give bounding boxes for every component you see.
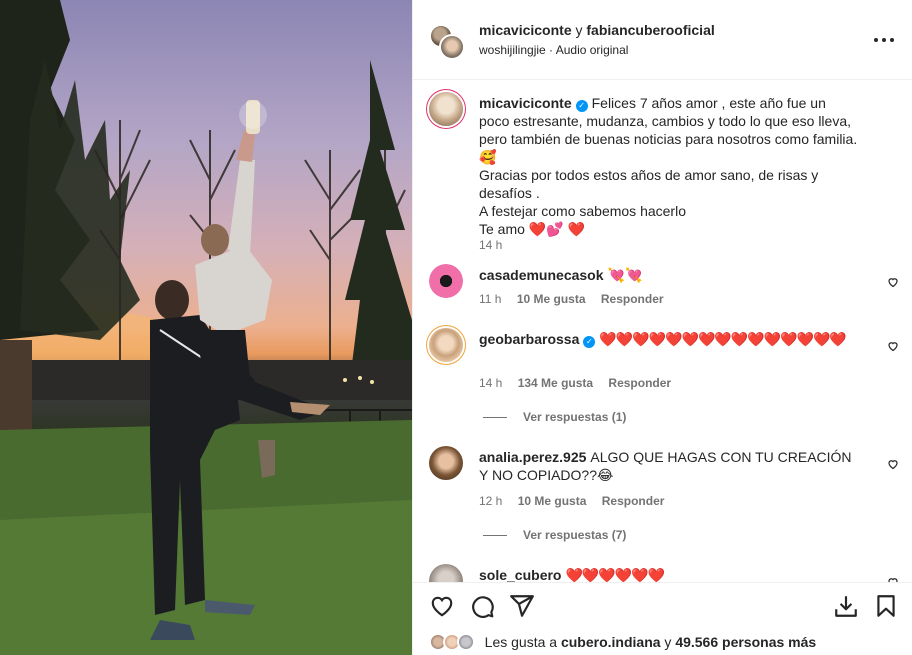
- comment-body: ❤️❤️❤️❤️❤️❤️❤️❤️❤️❤️❤️❤️❤️❤️❤️: [599, 331, 846, 347]
- heart-icon[interactable]: [429, 593, 455, 619]
- audio-separator: ·: [549, 43, 554, 57]
- likes-prefix: Les gusta a: [484, 634, 558, 651]
- avatar[interactable]: [429, 446, 463, 480]
- audio-label-link[interactable]: Audio original: [556, 43, 629, 57]
- caption-user-link[interactable]: micaviciconte: [479, 95, 572, 111]
- comment-user-link[interactable]: geobarbarossa: [479, 331, 579, 347]
- caption-line-2: Gracias por todos estos años de amor san…: [479, 167, 819, 201]
- comment-body: ❤️❤️❤️❤️❤️❤️: [565, 567, 665, 582]
- comments-list[interactable]: micaviciconte ✓ Felices 7 años amor , este…: [413, 80, 912, 582]
- reply-button[interactable]: Responder: [601, 292, 664, 306]
- comment-text: casademunecasok 💘💘: [479, 266, 859, 284]
- caption-meta: 14 h: [479, 238, 514, 252]
- view-replies-label: Ver respuestas (7): [523, 528, 627, 542]
- post-actions: Les gusta a cubero.indiana y 49.566 pers…: [413, 582, 912, 655]
- comment-text: geobarbarossa ✓ ❤️❤️❤️❤️❤️❤️❤️❤️❤️❤️❤️❤️❤️…: [479, 330, 859, 348]
- comment-text: sole_cubero ❤️❤️❤️❤️❤️❤️: [479, 566, 859, 582]
- author-avatars[interactable]: [429, 24, 465, 60]
- comment-body: 💘💘: [607, 267, 643, 283]
- author-link-1[interactable]: micaviciconte: [479, 22, 572, 38]
- post-media[interactable]: [0, 0, 412, 655]
- comment-user-link[interactable]: casademunecasok: [479, 267, 604, 283]
- caption-line-4: Te amo ❤️💕 ❤️: [479, 221, 585, 237]
- comment-meta: 11 h 10 Me gusta Responder: [479, 292, 676, 306]
- avatar[interactable]: [429, 92, 463, 126]
- liker-link[interactable]: cubero.indiana: [561, 634, 661, 650]
- reply-button[interactable]: Responder: [608, 376, 671, 390]
- share-icon[interactable]: [509, 593, 535, 619]
- caption-time: 14 h: [479, 238, 503, 252]
- avatar[interactable]: [429, 564, 463, 582]
- comment-likes[interactable]: 10 Me gusta: [518, 494, 587, 508]
- comment-time: 11 h: [479, 292, 502, 306]
- likes-summary[interactable]: Les gusta a cubero.indiana y 49.566 pers…: [429, 633, 816, 653]
- comment-icon[interactable]: [469, 593, 495, 619]
- post-header: micaviciconte y fabiancuberooficial wosh…: [413, 0, 912, 80]
- heart-icon[interactable]: [887, 276, 899, 288]
- comment-likes[interactable]: 10 Me gusta: [517, 292, 586, 306]
- avatar: [456, 633, 475, 652]
- post-panel: micaviciconte y fabiancuberooficial wosh…: [412, 0, 912, 655]
- media-scene: [0, 0, 412, 655]
- post-authors: micaviciconte y fabiancuberooficial: [479, 22, 715, 38]
- heart-icon[interactable]: [887, 458, 899, 470]
- caption-text: micaviciconte ✓ Felices 7 años amor , este…: [479, 94, 859, 238]
- verified-icon: ✓: [575, 100, 588, 112]
- audio-line: woshijilingjie · Audio original: [479, 43, 628, 57]
- more-icon[interactable]: [873, 30, 895, 50]
- download-icon[interactable]: [833, 593, 859, 619]
- view-replies-button[interactable]: Ver respuestas (7): [483, 528, 626, 542]
- reply-button[interactable]: Responder: [602, 494, 665, 508]
- comment-meta: 14 h 134 Me gusta Responder: [479, 376, 683, 390]
- comment-time: 14 h: [479, 376, 503, 390]
- comment-likes[interactable]: 134 Me gusta: [518, 376, 593, 390]
- comment-user-link[interactable]: analia.perez.925: [479, 449, 586, 465]
- view-replies-button[interactable]: Ver respuestas (1): [483, 410, 626, 424]
- likes-joiner: y: [664, 634, 672, 651]
- heart-icon[interactable]: [887, 340, 899, 352]
- author-link-2[interactable]: fabiancuberooficial: [586, 22, 714, 38]
- comment-user-link[interactable]: sole_cubero: [479, 567, 561, 582]
- avatar[interactable]: [439, 34, 465, 60]
- view-replies-label: Ver respuestas (1): [523, 410, 627, 424]
- likes-text: Les gusta a cubero.indiana y 49.566 pers…: [485, 634, 817, 650]
- author-joiner: y: [575, 22, 583, 38]
- comment-meta: 12 h 10 Me gusta Responder: [479, 494, 676, 508]
- bookmark-icon[interactable]: [873, 593, 899, 619]
- caption-line-3: A festejar como sabemos hacerlo: [479, 203, 686, 219]
- audio-user-link[interactable]: woshijilingjie: [479, 43, 546, 57]
- likes-count-link[interactable]: 49.566 personas más: [675, 634, 816, 650]
- comment-time: 12 h: [479, 494, 503, 508]
- avatar[interactable]: [429, 264, 463, 298]
- avatar[interactable]: [429, 328, 463, 362]
- comment-text: analia.perez.925 ALGO QUE HAGAS CON TU CR…: [479, 448, 859, 484]
- verified-icon: ✓: [583, 336, 596, 348]
